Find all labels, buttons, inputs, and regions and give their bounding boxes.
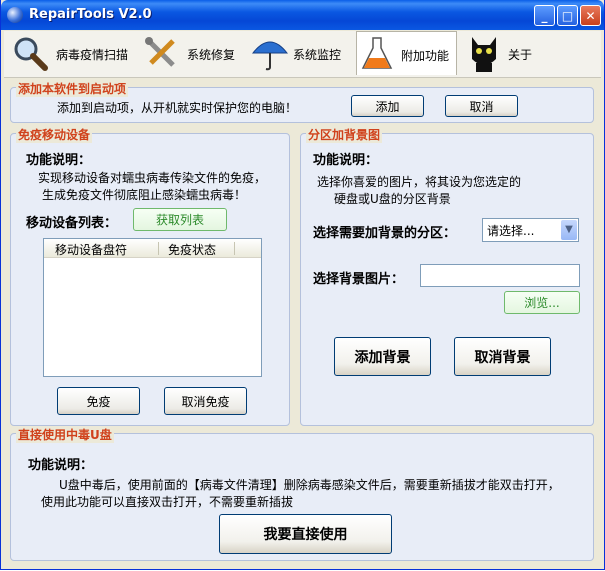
image-label: 选择背景图片： [313, 272, 405, 287]
close-button[interactable]: ✕ [580, 5, 601, 26]
use-directly-button[interactable]: 我要直接使用 [219, 514, 392, 554]
image-path-input[interactable] [420, 264, 580, 287]
background-legend: 分区加背景图 [306, 126, 383, 143]
tab-extra-features[interactable]: 附加功能 [356, 31, 457, 75]
browse-button[interactable]: 浏览... [504, 291, 580, 314]
umbrella-icon [251, 41, 289, 71]
partition-label: 选择需要加背景的分区： [313, 226, 457, 241]
tab-label: 系统修复 [187, 48, 236, 62]
app-icon [7, 7, 23, 23]
window-title: RepairTools V2.0 [29, 7, 152, 22]
cancel-background-button[interactable]: 取消背景 [454, 337, 551, 376]
device-list-header: 移动设备盘符 免疫状态 [44, 239, 261, 258]
tab-label: 系统监控 [293, 48, 342, 62]
background-desc-line1: 选择你喜爱的图片，将其设为您选定的 [317, 175, 522, 189]
immune-button[interactable]: 免疫 [57, 387, 140, 415]
background-func-label: 功能说明： [313, 153, 379, 168]
partition-background-group: 分区加背景图 功能说明： 选择你喜爱的图片，将其设为您选定的 硬盘或U盘的分区背… [300, 126, 594, 426]
main-window: RepairTools V2.0 _ □ ✕ 病毒疫情扫描 系统修复 系统监控 … [0, 0, 605, 570]
immune-func-label: 功能说明： [26, 153, 92, 168]
tab-label: 病毒疫情扫描 [56, 48, 129, 62]
background-desc-line2: 硬盘或U盘的分区背景 [334, 192, 451, 206]
usb-func-label: 功能说明： [28, 458, 94, 473]
immune-desc-line1: 实现移动设备对蠕虫病毒传染文件的免疫， [38, 171, 267, 185]
cancel-startup-button[interactable]: 取消 [445, 95, 518, 117]
tab-about[interactable]: 关于 [462, 31, 542, 75]
device-list-label: 移动设备列表： [26, 216, 118, 231]
tab-toolbar: 病毒疫情扫描 系统修复 系统监控 附加功能 关于 [4, 31, 601, 78]
immune-group: 免疫移动设备 功能说明： 实现移动设备对蠕虫病毒传染文件的免疫， 生成免疫文件彻… [10, 126, 290, 426]
tools-icon [145, 37, 175, 67]
immune-desc-line2: 生成免疫文件彻底阻止感染蠕虫病毒！ [42, 188, 247, 202]
cancel-immune-button[interactable]: 取消免疫 [164, 387, 247, 415]
usb-desc-line2: 使用此功能可以直接双击打开，不需要重新插拔 [41, 495, 294, 509]
startup-legend: 添加本软件到启动项 [16, 80, 129, 97]
column-immune-status[interactable]: 免疫状态 [168, 241, 216, 258]
chevron-down-icon[interactable]: ▼ [561, 220, 577, 240]
tab-virus-scan[interactable]: 病毒疫情扫描 [6, 31, 134, 75]
column-separator [158, 242, 159, 255]
column-separator [234, 242, 235, 255]
add-background-button[interactable]: 添加背景 [334, 337, 431, 376]
add-startup-button[interactable]: 添加 [351, 95, 424, 117]
usb-legend: 直接使用中毒U盘 [16, 426, 114, 443]
magnifier-icon [14, 37, 48, 71]
tab-label: 关于 [508, 48, 533, 62]
cat-icon [472, 37, 496, 72]
startup-description: 添加到启动项，从开机就实时保护您的电脑！ [57, 101, 298, 115]
maximize-button[interactable]: □ [557, 5, 578, 26]
title-bar[interactable]: RepairTools V2.0 _ □ ✕ [1, 0, 604, 30]
fetch-list-button[interactable]: 获取列表 [133, 208, 227, 231]
tab-system-monitor[interactable]: 系统监控 [249, 31, 355, 75]
tab-label: 附加功能 [401, 49, 450, 63]
column-drive-letter[interactable]: 移动设备盘符 [55, 241, 127, 258]
minimize-button[interactable]: _ [534, 5, 555, 26]
startup-group: 添加本软件到启动项 添加到启动项，从开机就实时保护您的电脑！ 添加 取消 [10, 80, 594, 123]
device-list[interactable]: 移动设备盘符 免疫状态 [43, 238, 262, 377]
usb-desc-line1: U盘中毒后，使用前面的【病毒文件清理】删除病毒感染文件后，需要重新插拔才能双击打… [59, 478, 560, 492]
usb-direct-group: 直接使用中毒U盘 功能说明： U盘中毒后，使用前面的【病毒文件清理】删除病毒感染… [10, 426, 594, 561]
tab-system-repair[interactable]: 系统修复 [139, 31, 247, 75]
flask-icon [361, 37, 393, 69]
partition-select-value: 请选择... [487, 224, 535, 238]
immune-legend: 免疫移动设备 [16, 126, 93, 143]
partition-select[interactable]: 请选择... ▼ [482, 218, 579, 242]
